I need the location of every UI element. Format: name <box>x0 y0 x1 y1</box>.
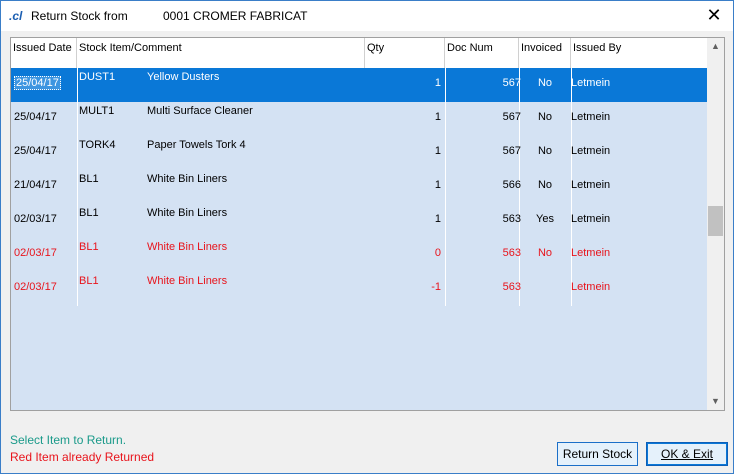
table-row[interactable]: 02/03/17 BL1 White Bin Liners -1 563 Let… <box>11 272 707 306</box>
cell-stock-code: MULT1 <box>79 105 115 117</box>
cell-stock-code: BL1 <box>79 207 99 219</box>
cell-issued-date: 02/03/17 <box>14 281 57 293</box>
grid-header: Issued Date Stock Item/Comment Qty Doc N… <box>11 38 707 68</box>
returned-legend-text: Red Item already Returned <box>10 450 155 464</box>
column-header-stock-item[interactable]: Stock Item/Comment <box>77 38 365 68</box>
cell-issued-date: 25/04/17 <box>14 111 57 123</box>
cell-stock-code: BL1 <box>79 241 99 253</box>
cell-issued-by: Letmein <box>571 111 611 123</box>
column-header-issued-by[interactable]: Issued By <box>571 38 707 68</box>
select-hint-text: Select Item to Return. <box>10 433 127 447</box>
cell-issued-by: Letmein <box>571 77 611 89</box>
table-row[interactable]: 25/04/17 MULT1 Multi Surface Cleaner 1 5… <box>11 102 707 136</box>
title-bar: .cl Return Stock from 0001 CROMER FABRIC… <box>1 1 733 31</box>
scroll-down-icon[interactable]: ▼ <box>707 393 724 410</box>
cell-issued-by: Letmein <box>571 213 611 225</box>
app-logo-icon: .cl <box>9 9 23 23</box>
close-icon[interactable]: ✕ <box>701 4 727 26</box>
table-row[interactable]: 02/03/17 BL1 White Bin Liners 0 563 No L… <box>11 238 707 272</box>
cell-qty: 1 <box>434 179 441 191</box>
table-row[interactable]: 25/04/17 TORK4 Paper Towels Tork 4 1 567… <box>11 136 707 170</box>
cell-issued-by: Letmein <box>571 179 611 191</box>
cell-doc-num: 567 <box>502 77 521 89</box>
cell-issued-date: 25/04/17 <box>14 145 57 157</box>
window-title: Return Stock from <box>31 9 128 23</box>
cell-issued-date: 21/04/17 <box>14 179 57 191</box>
return-stock-button[interactable]: Return Stock <box>557 442 638 466</box>
cell-qty: -1 <box>431 281 441 293</box>
cell-stock-description: Multi Surface Cleaner <box>147 105 253 117</box>
cell-invoiced: No <box>537 111 553 123</box>
column-header-invoiced[interactable]: Invoiced <box>519 38 571 68</box>
cell-doc-num: 563 <box>502 281 521 293</box>
cell-doc-num: 563 <box>502 247 521 259</box>
cell-qty: 1 <box>434 111 441 123</box>
cell-stock-description: White Bin Liners <box>147 173 228 185</box>
cell-qty: 0 <box>434 247 441 259</box>
ok-exit-label: OK & Exit <box>660 447 713 461</box>
cell-doc-num: 567 <box>502 111 521 123</box>
cell-invoiced: No <box>537 145 553 157</box>
table-row[interactable]: 25/04/17 DUST1 Yellow Dusters 1 567 No L… <box>11 68 707 102</box>
cell-stock-description: Paper Towels Tork 4 <box>147 139 246 151</box>
column-header-issued-date[interactable]: Issued Date <box>11 38 77 68</box>
cell-stock-code: BL1 <box>79 275 99 287</box>
cell-issued-by: Letmein <box>571 281 611 293</box>
ok-exit-button[interactable]: OK & Exit <box>646 442 728 466</box>
cell-issued-date: 02/03/17 <box>14 247 57 259</box>
vertical-scrollbar[interactable]: ▲ ▼ <box>707 38 724 410</box>
table-row[interactable]: 02/03/17 BL1 White Bin Liners 1 563 Yes … <box>11 204 707 238</box>
cell-invoiced: Yes <box>536 213 554 225</box>
cell-invoiced: No <box>537 179 553 191</box>
cell-issued-date: 02/03/17 <box>14 213 57 225</box>
cell-issued-by: Letmein <box>571 247 611 259</box>
cell-stock-code: TORK4 <box>79 139 116 151</box>
cell-qty: 1 <box>434 77 441 89</box>
cell-doc-num: 563 <box>502 213 521 225</box>
cell-issued-by: Letmein <box>571 145 611 157</box>
cell-stock-code: DUST1 <box>79 71 116 83</box>
cell-stock-description: Yellow Dusters <box>147 71 220 83</box>
table-row[interactable]: 21/04/17 BL1 White Bin Liners 1 566 No L… <box>11 170 707 204</box>
cell-issued-date: 25/04/17 <box>14 76 61 90</box>
column-header-doc-num[interactable]: Doc Num <box>445 38 519 68</box>
cell-stock-description: White Bin Liners <box>147 207 228 219</box>
cell-doc-num: 566 <box>502 179 521 191</box>
cell-stock-description: White Bin Liners <box>147 275 228 287</box>
cell-stock-code: BL1 <box>79 173 99 185</box>
cell-qty: 1 <box>434 145 441 157</box>
cell-invoiced: No <box>537 247 553 259</box>
issued-items-grid[interactable]: Issued Date Stock Item/Comment Qty Doc N… <box>10 37 725 411</box>
cell-invoiced: No <box>537 77 553 89</box>
return-stock-window: .cl Return Stock from 0001 CROMER FABRIC… <box>0 0 734 474</box>
customer-name: 0001 CROMER FABRICAT <box>163 9 308 23</box>
cell-doc-num: 567 <box>502 145 521 157</box>
column-header-qty[interactable]: Qty <box>365 38 445 68</box>
cell-stock-description: White Bin Liners <box>147 241 228 253</box>
scrollbar-thumb[interactable] <box>708 206 723 236</box>
cell-qty: 1 <box>434 213 441 225</box>
scroll-up-icon[interactable]: ▲ <box>707 38 724 55</box>
